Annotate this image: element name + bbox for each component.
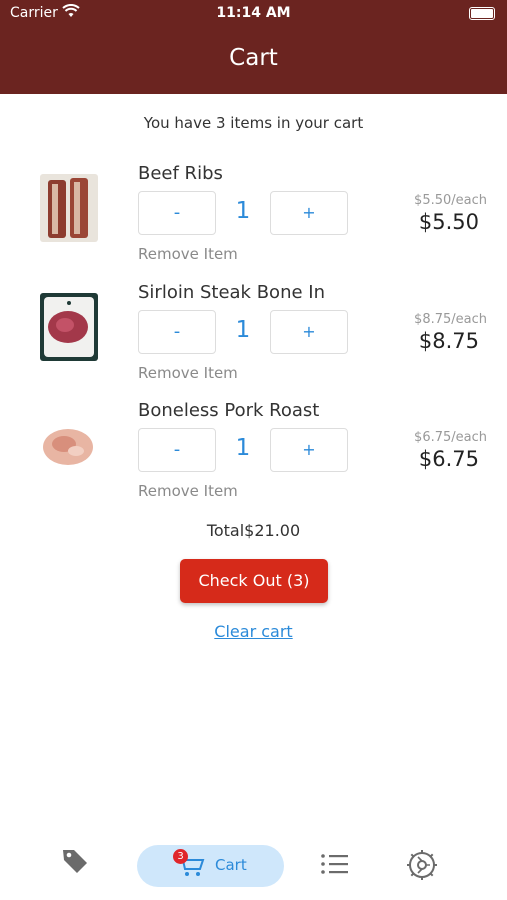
item-quantity: 1 bbox=[235, 198, 251, 224]
item-price: $5.50 bbox=[418, 210, 479, 234]
decrease-qty-button[interactable]: - bbox=[138, 191, 216, 235]
beef-ribs-photo bbox=[40, 174, 98, 242]
item-name: Beef Ribs bbox=[138, 163, 223, 184]
tab-deals[interactable] bbox=[60, 846, 90, 880]
remove-item-link[interactable]: Remove Item bbox=[138, 364, 238, 382]
item-name: Sirloin Steak Bone In bbox=[138, 282, 325, 303]
remove-item-link[interactable]: Remove Item bbox=[138, 482, 238, 500]
item-quantity: 1 bbox=[235, 317, 251, 343]
checkout-button[interactable]: Check Out (3) bbox=[180, 559, 328, 603]
tab-cart[interactable]: 3 Cart bbox=[137, 845, 284, 887]
item-quantity: 1 bbox=[235, 435, 251, 461]
item-price: $6.75 bbox=[418, 447, 479, 471]
cart-summary: You have 3 items in your cart bbox=[143, 114, 364, 132]
bottom-tab-bar: 3 Cart bbox=[0, 840, 507, 900]
clock: 11:14 AM bbox=[216, 5, 291, 21]
remove-item-link[interactable]: Remove Item bbox=[138, 245, 238, 263]
settings-icon bbox=[406, 850, 438, 885]
unit-price: $5.50/each bbox=[414, 193, 487, 208]
cart-total: Total$21.00 bbox=[206, 521, 301, 540]
cart-item: Beef Ribs - 1 + Remove Item $5.50/each $… bbox=[0, 160, 507, 278]
unit-price: $6.75/each bbox=[414, 430, 487, 445]
tag-icon bbox=[60, 850, 90, 880]
cart-item: Sirloin Steak Bone In - 1 + Remove Item … bbox=[0, 279, 507, 397]
page-title: Cart bbox=[229, 45, 278, 71]
decrease-qty-button[interactable]: - bbox=[138, 310, 216, 354]
battery-icon bbox=[469, 7, 495, 20]
app-header: Carrier 11:14 AM Cart bbox=[0, 0, 507, 94]
cart-count-badge: 3 bbox=[173, 849, 188, 864]
tab-cart-label: Cart bbox=[215, 856, 247, 874]
status-bar: Carrier 11:14 AM bbox=[0, 0, 507, 28]
decrease-qty-button[interactable]: - bbox=[138, 428, 216, 472]
tab-list[interactable] bbox=[320, 852, 350, 880]
item-name: Boneless Pork Roast bbox=[138, 400, 320, 421]
tab-settings[interactable] bbox=[406, 849, 438, 885]
clear-cart-link[interactable]: Clear cart bbox=[0, 622, 507, 641]
cart-item: Boneless Pork Roast - 1 + Remove Item $6… bbox=[0, 397, 507, 515]
list-icon bbox=[320, 854, 350, 880]
sirloin-steak-photo bbox=[40, 293, 98, 361]
pork-roast-photo bbox=[40, 411, 98, 479]
increase-qty-button[interactable]: + bbox=[270, 310, 348, 354]
item-price: $8.75 bbox=[418, 329, 479, 353]
increase-qty-button[interactable]: + bbox=[270, 191, 348, 235]
increase-qty-button[interactable]: + bbox=[270, 428, 348, 472]
unit-price: $8.75/each bbox=[414, 312, 487, 327]
